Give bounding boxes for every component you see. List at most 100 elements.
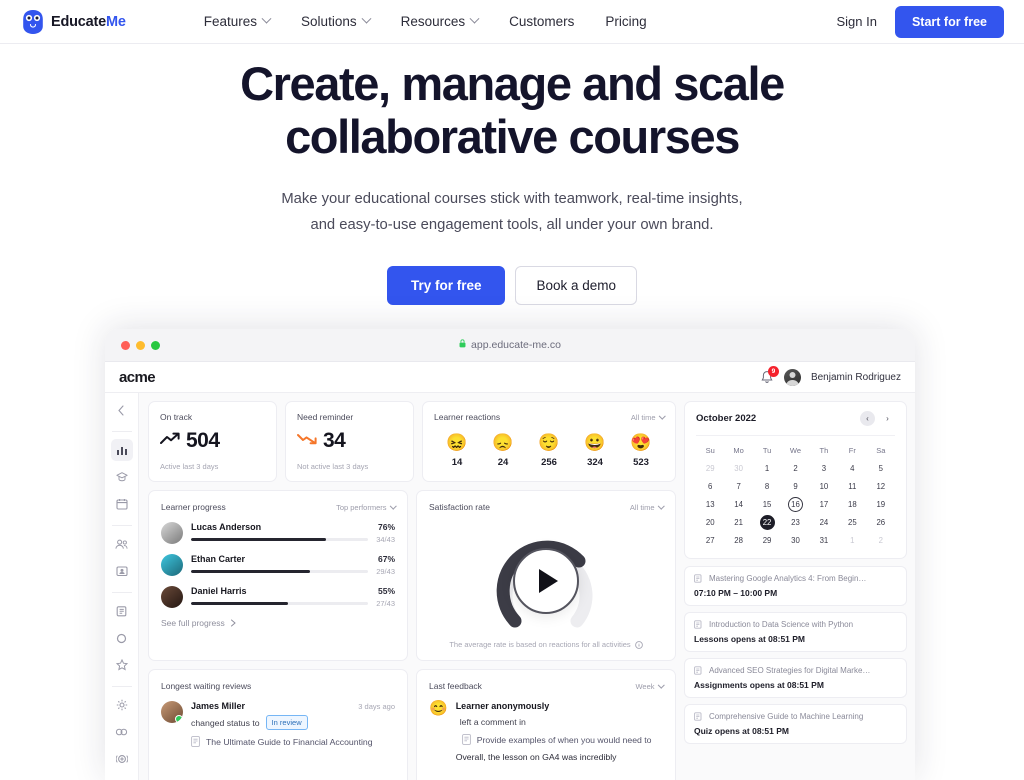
calendar-day[interactable]: 31: [810, 533, 838, 548]
sidebar-item-courses[interactable]: [111, 466, 133, 488]
sidebar-item-add[interactable]: [111, 748, 133, 770]
list-item[interactable]: Daniel Harris 55% 27/43: [161, 586, 395, 608]
calendar-day[interactable]: 14: [724, 497, 752, 512]
learner-progress-filter-dropdown[interactable]: Top performers: [336, 502, 396, 512]
calendar-day-today[interactable]: 16: [781, 497, 809, 512]
feedback-document[interactable]: Provide examples of when you would need …: [456, 734, 663, 745]
calendar-day[interactable]: 1: [753, 461, 781, 476]
calendar-day[interactable]: 17: [810, 497, 838, 512]
event-item[interactable]: Comprehensive Guide to Machine Learning …: [684, 704, 907, 744]
start-for-free-button[interactable]: Start for free: [894, 5, 1004, 38]
calendar-day[interactable]: 29: [753, 533, 781, 548]
calendar-day-selected[interactable]: 22: [753, 515, 781, 530]
reaction-item[interactable]: 😀 324: [584, 434, 605, 468]
notifications-bell-icon[interactable]: 9: [760, 365, 779, 385]
reaction-item[interactable]: 😍 523: [630, 434, 651, 468]
learner-percent: 67%: [377, 554, 395, 564]
calendar-day[interactable]: 23: [781, 515, 809, 530]
bottom-row: Longest waiting reviews James Miller 3 d…: [148, 669, 676, 780]
reactions-filter-dropdown[interactable]: All time: [631, 412, 665, 422]
calendar-day[interactable]: 30: [724, 461, 752, 476]
list-item[interactable]: 😊 Learner anonymously left a comment in …: [429, 701, 663, 762]
calendar-day[interactable]: 10: [810, 479, 838, 494]
list-item[interactable]: Ethan Carter 67% 29/43: [161, 554, 395, 576]
list-item[interactable]: James Miller 3 days ago changed status t…: [161, 701, 395, 747]
sidebar-item-id-card[interactable]: [111, 560, 133, 582]
calendar-day[interactable]: 20: [696, 515, 724, 530]
calendar-day[interactable]: 27: [696, 533, 724, 548]
nav-item-features[interactable]: Features: [204, 13, 272, 29]
site-logo[interactable]: EducateMe: [22, 9, 126, 34]
calendar-day[interactable]: 26: [867, 515, 895, 530]
nav-item-resources[interactable]: Resources: [401, 13, 480, 29]
satisfaction-filter-label: All time: [629, 502, 655, 512]
chevron-down-icon: [657, 681, 664, 688]
calendar-day[interactable]: 3: [810, 461, 838, 476]
calendar-day[interactable]: 4: [838, 461, 866, 476]
calendar-day[interactable]: 19: [867, 497, 895, 512]
nav-item-customers[interactable]: Customers: [509, 14, 574, 29]
calendar-day[interactable]: 2: [781, 461, 809, 476]
reviewer-name: James Miller: [191, 701, 246, 711]
sidebar-item-people[interactable]: [111, 533, 133, 555]
review-document[interactable]: The Ultimate Guide to Financial Accounti…: [191, 736, 395, 747]
sidebar-item-settings[interactable]: [111, 694, 133, 716]
learner-row-body: Lucas Anderson 76% 34/43: [191, 522, 395, 544]
calendar-day[interactable]: 5: [867, 461, 895, 476]
calendar-day[interactable]: 30: [781, 533, 809, 548]
reaction-item[interactable]: 😖 14: [446, 434, 467, 468]
info-icon[interactable]: [634, 640, 643, 649]
book-a-demo-button[interactable]: Book a demo: [515, 266, 638, 306]
sidebar-item-integrations[interactable]: [111, 721, 133, 743]
satisfaction-filter-dropdown[interactable]: All time: [629, 502, 664, 512]
trend-up-icon: [160, 432, 180, 450]
event-item[interactable]: Advanced SEO Strategies for Digital Mark…: [684, 658, 907, 698]
satisfaction-title: Satisfaction rate: [429, 502, 490, 512]
calendar-day[interactable]: 28: [724, 533, 752, 548]
event-title: Mastering Google Analytics 4: From Begin…: [709, 574, 867, 583]
address-bar[interactable]: app.educate-me.co: [105, 339, 915, 351]
calendar-day[interactable]: 13: [696, 497, 724, 512]
calendar-day[interactable]: 21: [724, 515, 752, 530]
try-for-free-button[interactable]: Try for free: [386, 266, 506, 306]
sidebar-item-status[interactable]: [111, 627, 133, 649]
sidebar-item-calendar[interactable]: [111, 493, 133, 515]
collapse-sidebar-icon[interactable]: [111, 399, 133, 421]
calendar-day[interactable]: 1: [838, 533, 866, 548]
list-item[interactable]: Lucas Anderson 76% 34/43: [161, 522, 395, 544]
user-name[interactable]: Benjamin Rodriguez: [811, 372, 901, 383]
reaction-count: 324: [587, 457, 603, 468]
reaction-item[interactable]: 😞 24: [492, 434, 513, 468]
disappointed-face-emoji: 😞: [492, 433, 514, 452]
sidebar-item-analytics[interactable]: [110, 439, 133, 461]
calendar-day[interactable]: 25: [838, 515, 866, 530]
see-full-progress-link[interactable]: See full progress: [161, 618, 395, 628]
reaction-item[interactable]: 😌 256: [538, 434, 559, 468]
sidebar-item-assignments[interactable]: [111, 600, 133, 622]
feedback-filter-dropdown[interactable]: Week: [635, 681, 664, 691]
previous-month-button[interactable]: ‹: [860, 411, 875, 426]
calendar-day[interactable]: 8: [753, 479, 781, 494]
calendar-day[interactable]: 11: [838, 479, 866, 494]
calendar-day[interactable]: 24: [810, 515, 838, 530]
calendar-day[interactable]: 9: [781, 479, 809, 494]
nav-item-pricing[interactable]: Pricing: [605, 14, 646, 29]
avatar[interactable]: [783, 368, 801, 386]
sidebar-item-favorites[interactable]: [111, 654, 133, 676]
calendar-day[interactable]: 29: [696, 461, 724, 476]
nav-item-solutions[interactable]: Solutions: [301, 13, 372, 29]
learner-fraction: 29/43: [376, 567, 395, 576]
play-video-button[interactable]: [513, 548, 579, 614]
calendar-day[interactable]: 15: [753, 497, 781, 512]
next-month-button[interactable]: ›: [880, 411, 895, 426]
calendar-day[interactable]: 18: [838, 497, 866, 512]
event-item[interactable]: Introduction to Data Science with Python…: [684, 612, 907, 652]
heart-eyes-emoji: 😍: [630, 433, 652, 452]
event-item[interactable]: Mastering Google Analytics 4: From Begin…: [684, 566, 907, 606]
calendar-day[interactable]: 12: [867, 479, 895, 494]
calendar-day[interactable]: 2: [867, 533, 895, 548]
status-badge: In review: [265, 715, 308, 730]
calendar-day[interactable]: 6: [696, 479, 724, 494]
sign-in-link[interactable]: Sign In: [836, 14, 876, 29]
calendar-day[interactable]: 7: [724, 479, 752, 494]
